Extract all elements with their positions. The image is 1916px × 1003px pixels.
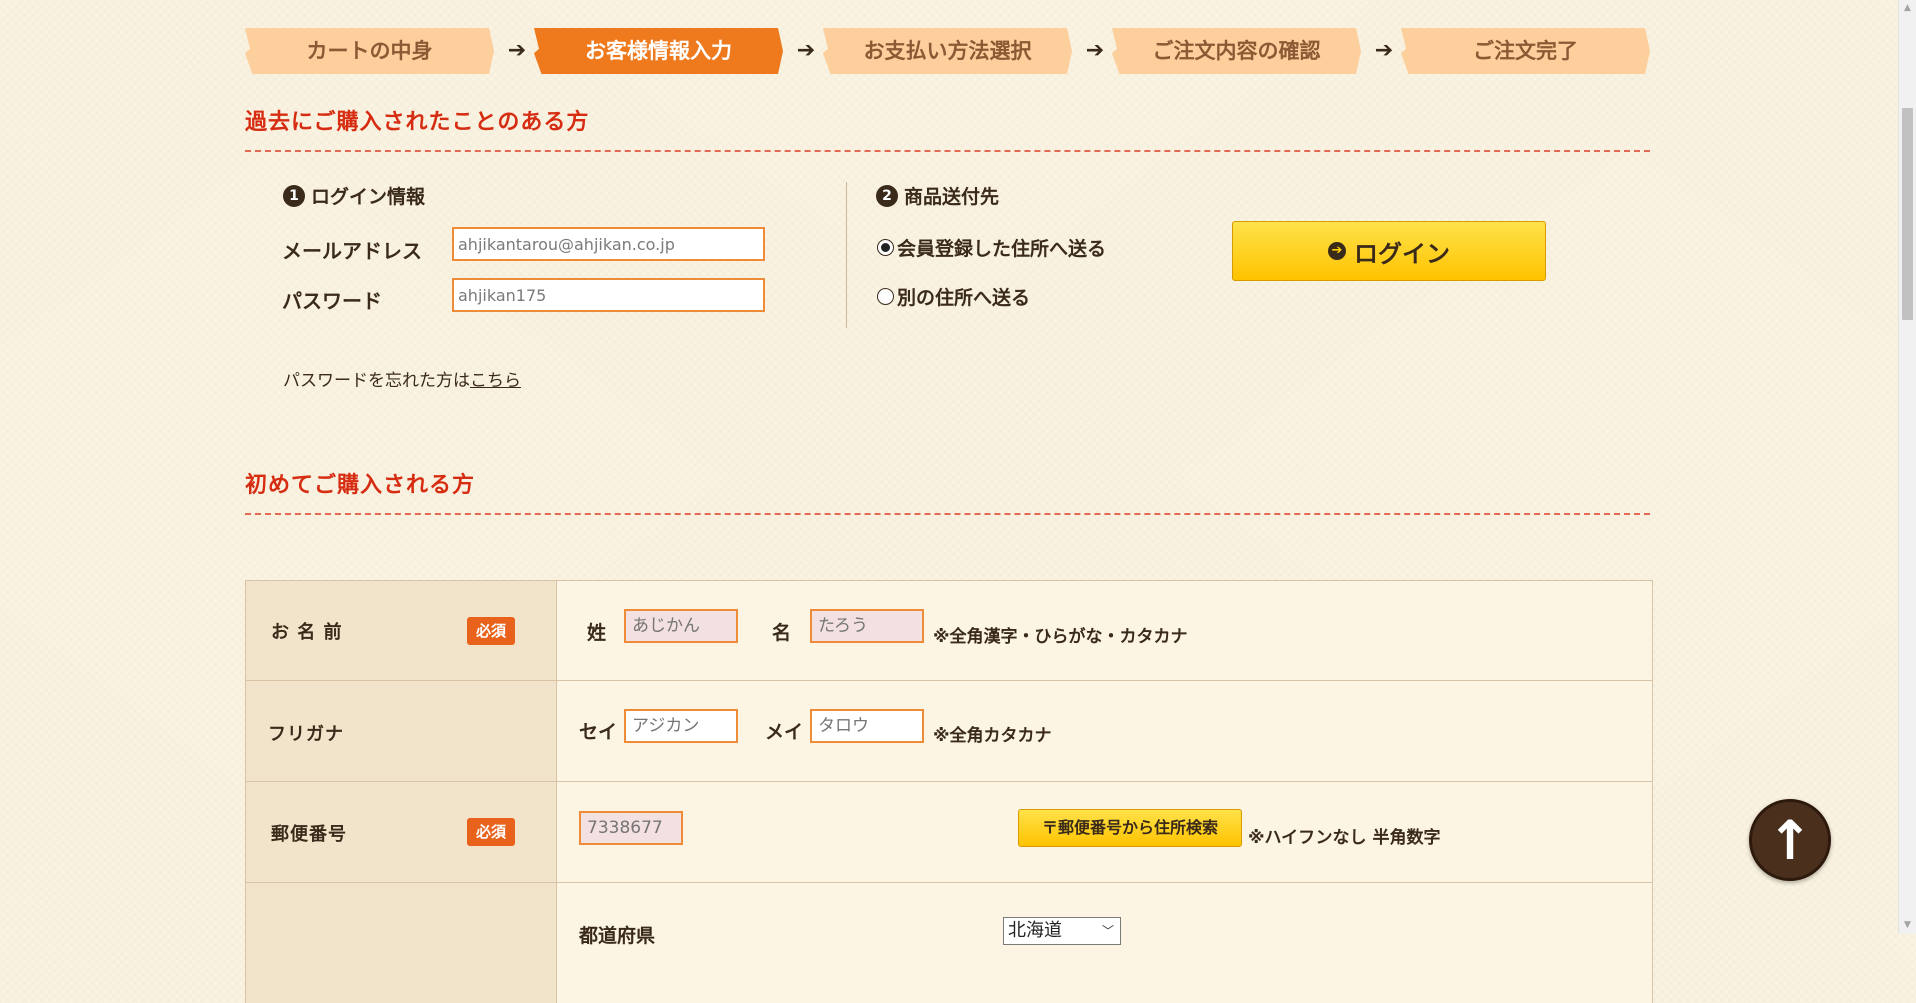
forgot-password-text: パスワードを忘れた方はこちら xyxy=(283,366,521,391)
prefecture-cell: 都道府県 北海道 ﹀ xyxy=(557,883,1652,1003)
postal-code-input[interactable] xyxy=(579,811,683,845)
section-divider xyxy=(245,513,1650,515)
prefecture-selected-value: 北海道 xyxy=(1008,920,1062,941)
postal-row: 郵便番号 必須 〒郵便番号から住所検索 ※ハイフンなし 半角数字 xyxy=(246,782,1652,883)
furigana-label: フリガナ xyxy=(268,724,344,745)
email-label: メールアドレス xyxy=(282,239,422,263)
postal-header: 郵便番号 必須 xyxy=(246,782,557,882)
sei-kana-label: セイ xyxy=(579,721,618,743)
step-complete: ご注文完了 xyxy=(1401,28,1650,74)
prefecture-row: 都道府県 北海道 ﹀ xyxy=(246,883,1652,1003)
mei-label: 名 xyxy=(772,622,792,644)
prefecture-select[interactable]: 北海道 ﹀ xyxy=(1003,917,1121,945)
password-label: パスワード xyxy=(282,289,382,313)
furigana-note: ※全角カタカナ xyxy=(933,726,1052,746)
last-name-input[interactable] xyxy=(624,609,738,643)
required-badge: 必須 xyxy=(467,617,515,645)
checkout-steps: カートの中身 ➔ お客様情報入力 ➔ お支払い方法選択 ➔ ご注文内容の確認 ➔… xyxy=(245,28,1651,76)
step-confirm: ご注文内容の確認 xyxy=(1112,28,1361,74)
name-label: お 名 前 xyxy=(271,622,343,643)
customer-form-table: お 名 前 必須 姓 名 ※全角漢字・ひらがな・カタカナ フリガナ セイ メイ … xyxy=(245,580,1653,1003)
furigana-header: フリガナ xyxy=(246,681,557,781)
login-info-label: ログイン情報 xyxy=(311,186,426,208)
last-name-kana-input[interactable] xyxy=(624,709,738,743)
name-row: お 名 前 必須 姓 名 ※全角漢字・ひらがな・カタカナ xyxy=(246,581,1652,681)
postal-cell: 〒郵便番号から住所検索 ※ハイフンなし 半角数字 xyxy=(557,782,1652,882)
back-to-top-arrow-icon[interactable]: ↑ xyxy=(1749,799,1831,881)
scrollbar-thumb[interactable] xyxy=(1902,108,1913,320)
postal-note: ※ハイフンなし 半角数字 xyxy=(1248,828,1441,848)
zip-search-button[interactable]: 〒郵便番号から住所検索 xyxy=(1018,809,1242,847)
name-note: ※全角漢字・ひらがな・カタカナ xyxy=(933,627,1188,647)
step-customer-info: お客様情報入力 xyxy=(534,28,783,74)
email-field[interactable] xyxy=(452,227,765,261)
shipping-heading: 2 商品送付先 xyxy=(876,182,999,209)
radio-checked-icon[interactable] xyxy=(877,239,894,256)
first-name-input[interactable] xyxy=(810,609,924,643)
number-two-icon: 2 xyxy=(876,184,898,207)
mei-kana-label: メイ xyxy=(765,721,804,743)
name-header: お 名 前 必須 xyxy=(246,581,557,680)
furigana-cell: セイ メイ ※全角カタカナ xyxy=(557,681,1652,781)
first-name-kana-input[interactable] xyxy=(810,709,924,743)
scroll-down-arrow-icon[interactable]: ▼ xyxy=(1899,917,1916,934)
radio-other-address[interactable]: 別の住所へ送る xyxy=(877,283,1030,310)
forgot-password-label: パスワードを忘れた方は xyxy=(283,371,470,391)
first-time-title: 初めてご購入される方 xyxy=(245,473,476,498)
radio-unchecked-icon[interactable] xyxy=(877,288,894,305)
step-cart: カートの中身 xyxy=(245,28,494,74)
login-button[interactable]: ➔ ログイン xyxy=(1232,221,1546,281)
vertical-scrollbar[interactable]: ▲ ▼ xyxy=(1898,0,1916,934)
step-payment: お支払い方法選択 xyxy=(823,28,1072,74)
prefecture-label: 都道府県 xyxy=(579,925,656,947)
section-divider xyxy=(245,150,1650,152)
step-arrow-icon: ➔ xyxy=(507,38,527,63)
returning-customer-title: 過去にご購入されたことのある方 xyxy=(245,110,590,135)
step-arrow-icon: ➔ xyxy=(1085,38,1105,63)
postal-label: 郵便番号 xyxy=(271,824,347,845)
number-one-icon: 1 xyxy=(283,184,305,207)
step-arrow-icon: ➔ xyxy=(796,38,816,63)
radio-registered-label: 会員登録した住所へ送る xyxy=(897,238,1107,260)
login-button-label: ログイン xyxy=(1354,239,1450,268)
shipping-label: 商品送付先 xyxy=(904,186,1000,208)
radio-registered-address[interactable]: 会員登録した住所へ送る xyxy=(877,234,1106,261)
scroll-up-arrow-icon[interactable]: ▲ xyxy=(1899,0,1916,17)
prefecture-header xyxy=(246,883,557,1003)
required-badge: 必須 xyxy=(467,818,515,846)
name-cell: 姓 名 ※全角漢字・ひらがな・カタカナ xyxy=(557,581,1652,680)
forgot-password-link[interactable]: こちら xyxy=(470,371,521,391)
login-info-heading: 1 ログイン情報 xyxy=(283,182,425,209)
furigana-row: フリガナ セイ メイ ※全角カタカナ xyxy=(246,681,1652,782)
step-arrow-icon: ➔ xyxy=(1374,38,1394,63)
vertical-divider xyxy=(846,182,847,328)
chevron-down-icon: ﹀ xyxy=(1101,924,1114,938)
arrow-right-circle-icon: ➔ xyxy=(1328,242,1346,260)
sei-label: 姓 xyxy=(587,622,607,644)
password-field[interactable] xyxy=(452,278,765,312)
radio-other-label: 別の住所へ送る xyxy=(897,287,1031,309)
